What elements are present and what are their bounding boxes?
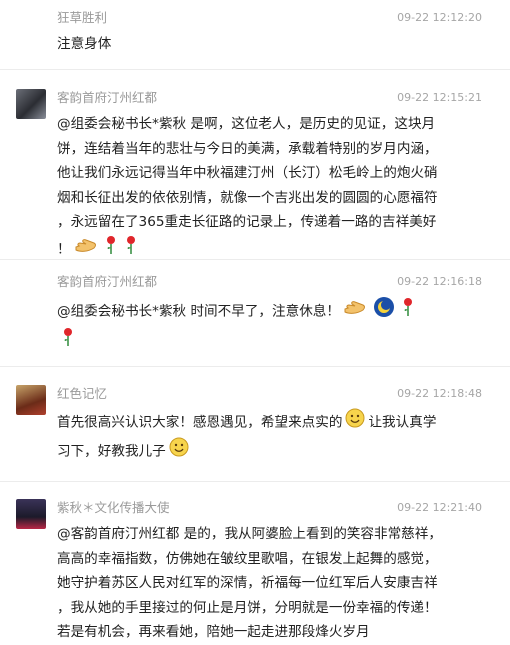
- commenter-name[interactable]: 紫秋＊文化传播大使: [57, 499, 170, 517]
- commenter-name[interactable]: 客韵首府汀州红都: [57, 89, 157, 107]
- comment-line-text: 让我认真学: [368, 414, 437, 431]
- comment-line-text: ！: [57, 240, 71, 257]
- comment-line: 注意身体: [57, 36, 112, 52]
- comment-line: 若是有机会，再来看她，陪她一起走进那段烽火岁月: [57, 624, 370, 640]
- divider: [0, 366, 510, 367]
- comment-line: 高高的幸福指数，仿佛她在皱纹里歌唱，在银发上起舞的感觉，: [57, 550, 438, 567]
- comment-line: 首先很高兴认识大家！感恩遇见，希望来点实的 让我认真学: [57, 408, 487, 437]
- comment-line: 烟和长征出发的依依别情，就像一个吉兆出发的圆圆的心愿福符: [57, 189, 438, 206]
- comment-time: 09-22 12:18:48: [397, 387, 482, 400]
- comment-text: 注意身体: [57, 32, 487, 57]
- comment-line: 他让我们永远记得当年中秋福建汀州（长汀）松毛岭上的炮火硝: [57, 165, 438, 181]
- commenter-name[interactable]: 客韵首府汀州红都: [57, 273, 157, 291]
- comment-line-text: 首先很高兴认识大家！感恩遇见，希望来点实的: [57, 414, 343, 431]
- comment-line: @组委会秘书长*紫秋 时间不早了，注意休息！: [57, 296, 487, 327]
- avatar[interactable]: [16, 89, 46, 119]
- avatar[interactable]: [16, 499, 46, 529]
- comment-line: ，我从她的手里接过的何止是月饼，分明就是一份幸福的传递！: [57, 599, 438, 616]
- commenter-name[interactable]: 红色记忆: [57, 385, 107, 403]
- comment-line: [57, 327, 487, 356]
- comment-line-text: @组委会秘书长*紫秋 时间不早了，注意休息！: [57, 303, 340, 320]
- smile-icon: [345, 408, 365, 437]
- rose-icon: [401, 297, 415, 326]
- comment-text: 首先很高兴认识大家！感恩遇见，希望来点实的 让我认真学 习下，好教我儿子: [57, 408, 487, 465]
- divider: [0, 69, 510, 70]
- rose-icon: [61, 327, 75, 356]
- comment-line: 她守护着苏区人民对红军的深情，祈福每一位红军后人安康吉祥: [57, 575, 438, 591]
- divider: [0, 259, 510, 260]
- comment-line-text: 习下，好教我儿子: [57, 442, 166, 459]
- smile-icon: [169, 437, 189, 466]
- moon-icon: [373, 296, 395, 327]
- divider: [0, 481, 510, 482]
- comment-line: 饼，连结着当年的悲壮与今日的美满，承载着特别的岁月内涵，: [57, 140, 438, 157]
- fist-bump-icon: [343, 298, 367, 325]
- comment-time: 09-22 12:16:18: [397, 275, 482, 288]
- comment-feed: 狂草胜利 09-22 12:12:20 注意身体 客韵首府汀州红都 09-22 …: [0, 0, 510, 640]
- comment-text: @组委会秘书长*紫秋 是啊，这位老人，是历史的见证，这块月 饼，连结着当年的悲壮…: [57, 112, 487, 263]
- comment-line: ，永远留在了365重走长征路的记录上，传递着一路的吉祥美好: [57, 214, 437, 230]
- comment-text: @组委会秘书长*紫秋 时间不早了，注意休息！: [57, 296, 487, 355]
- avatar[interactable]: [16, 385, 46, 415]
- commenter-name[interactable]: 狂草胜利: [57, 9, 107, 27]
- comment-time: 09-22 12:21:40: [397, 501, 482, 514]
- comment-text: @客韵首府汀州红都 是的，我从阿婆脸上看到的笑容非常慈祥， 高高的幸福指数，仿佛…: [57, 522, 487, 645]
- comment-time: 09-22 12:15:21: [397, 91, 482, 104]
- comment-line: @组委会秘书长*紫秋 是啊，这位老人，是历史的见证，这块月: [57, 116, 436, 132]
- comment-line: @客韵首府汀州红都 是的，我从阿婆脸上看到的笑容非常慈祥，: [57, 526, 442, 542]
- comment-line: 习下，好教我儿子: [57, 437, 487, 466]
- comment-time: 09-22 12:12:20: [397, 11, 482, 24]
